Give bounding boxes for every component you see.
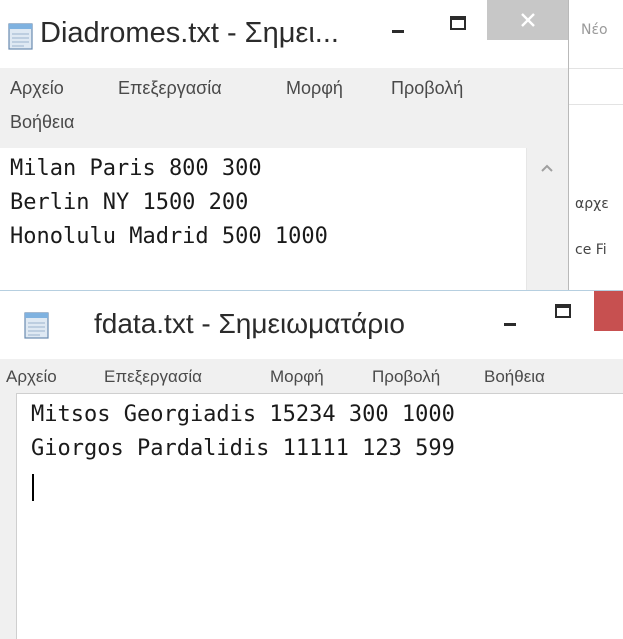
maximize-button[interactable] <box>548 297 578 325</box>
notepad-icon <box>24 312 49 339</box>
text-line: Giorgos Pardalidis 11111 123 599 <box>31 436 455 461</box>
menu-format[interactable]: Μορφή <box>286 78 343 99</box>
window-title: Diadromes.txt - Σημει... <box>40 17 339 49</box>
menu-file[interactable]: Αρχείο <box>10 78 64 99</box>
text-line: Mitsos Georgiadis 15234 300 1000 <box>31 402 455 427</box>
minimize-button[interactable] <box>490 307 530 337</box>
menu-edit[interactable]: Επεξεργασία <box>118 78 222 99</box>
menu-bar: Αρχείο Επεξεργασία Μορφή Προβολή Βοήθεια <box>0 359 623 393</box>
scroll-up-icon[interactable] <box>539 162 555 174</box>
menu-edit[interactable]: Επεξεργασία <box>104 367 202 387</box>
notepad-window-diadromes[interactable]: Diadromes.txt - Σημει... Αρχείο Επεξεργα… <box>0 0 569 300</box>
maximize-icon <box>555 304 571 318</box>
menu-file[interactable]: Αρχείο <box>6 367 57 387</box>
background-window-text: αρχε <box>575 196 609 212</box>
background-window-divider <box>569 104 623 105</box>
minimize-icon <box>504 323 516 326</box>
maximize-button[interactable] <box>438 8 478 38</box>
text-line: Honolulu Madrid 500 1000 <box>10 224 328 249</box>
text-caret <box>32 474 34 501</box>
close-icon <box>520 13 535 27</box>
menu-bar: Αρχείο Επεξεργασία Μορφή Προβολή Βοήθεια <box>0 68 568 148</box>
desktop: Νέο αρχε ce Fi Diadromes.txt - Σημει... <box>0 0 623 639</box>
close-button[interactable] <box>487 0 568 40</box>
text-editor[interactable]: Mitsos Georgiadis 15234 300 1000 Giorgos… <box>16 393 623 639</box>
menu-help[interactable]: Βοήθεια <box>10 112 74 133</box>
maximize-icon <box>450 16 466 30</box>
title-bar[interactable]: fdata.txt - Σημειωματάριο <box>0 291 623 359</box>
menu-format[interactable]: Μορφή <box>270 367 324 387</box>
background-window-title: Νέο <box>581 22 608 38</box>
close-button[interactable] <box>594 291 623 331</box>
text-line: Berlin NY 1500 200 <box>10 190 249 215</box>
minimize-icon <box>392 30 404 33</box>
background-window-text: ce Fi <box>575 242 607 258</box>
menu-view[interactable]: Προβολή <box>372 367 440 387</box>
vertical-scrollbar[interactable] <box>526 148 568 300</box>
minimize-button[interactable] <box>378 14 418 44</box>
text-editor[interactable]: Milan Paris 800 300 Berlin NY 1500 200 H… <box>0 148 526 300</box>
notepad-icon <box>8 23 33 50</box>
menu-help[interactable]: Βοήθεια <box>484 367 545 387</box>
window-title: fdata.txt - Σημειωματάριο <box>94 308 405 339</box>
notepad-window-fdata[interactable]: fdata.txt - Σημειωματάριο Αρχείο Επεξεργ… <box>0 290 623 639</box>
background-window-divider <box>569 68 623 69</box>
background-window[interactable]: Νέο αρχε ce Fi <box>568 0 623 300</box>
text-line: Milan Paris 800 300 <box>10 156 262 181</box>
menu-view[interactable]: Προβολή <box>391 78 463 99</box>
title-bar[interactable]: Diadromes.txt - Σημει... <box>0 0 568 68</box>
